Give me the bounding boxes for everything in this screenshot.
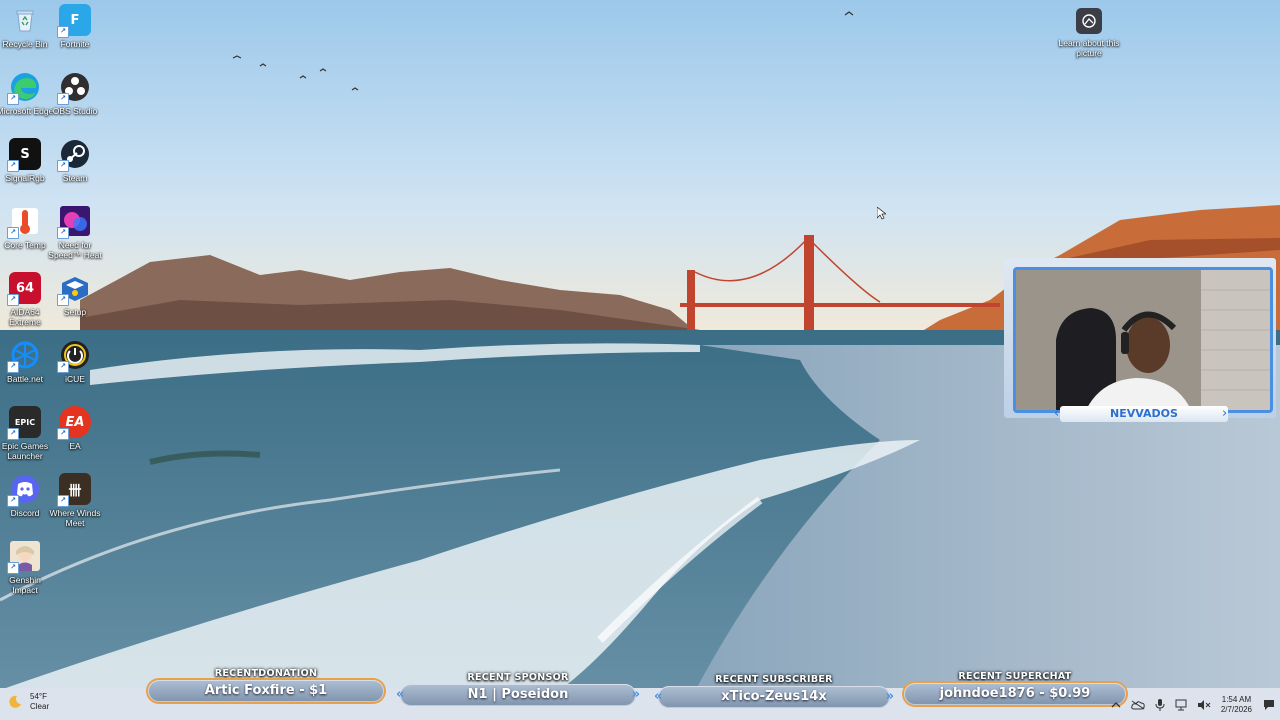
- chevron-right-icon: »: [631, 687, 640, 702]
- desktop-shortcut[interactable]: ↗ Need for Speed™ Heat: [46, 205, 104, 260]
- shortcut-arrow-icon: ↗: [57, 93, 69, 105]
- shortcut-arrow-icon: ↗: [57, 227, 69, 239]
- alert-value: N1 | Poseidon: [467, 687, 569, 702]
- mouse-cursor-icon: [877, 207, 886, 220]
- alert-value: Artic Foxfire - $1: [204, 683, 328, 698]
- weather-temp: 54°F: [30, 692, 47, 701]
- nfs-heat-icon: ↗: [57, 205, 91, 239]
- shortcut-arrow-icon: ↗: [57, 26, 69, 38]
- desktop-shortcut-label: Need for Speed™ Heat: [48, 240, 102, 260]
- shortcut-arrow-icon: ↗: [57, 361, 69, 373]
- desktop-shortcut-label: EA: [69, 441, 81, 451]
- shortcut-arrow-icon: ↗: [7, 294, 19, 306]
- alert-title: RECENT SPONSOR: [467, 672, 569, 683]
- desktop-shortcut[interactable]: ↗ Steam: [46, 138, 104, 183]
- chevron-left-icon: ‹: [1054, 406, 1060, 421]
- ea-icon: EA ↗: [57, 406, 91, 440]
- alert-title: RECENTDONATION: [214, 668, 318, 679]
- desktop-shortcut-label: Steam: [62, 173, 88, 183]
- shortcut-arrow-icon: ↗: [7, 93, 19, 105]
- aida64-icon: 64 ↗: [7, 272, 41, 306]
- desktop-shortcut[interactable]: F ↗ Fortnite: [46, 4, 104, 49]
- chevron-right-icon: »: [885, 689, 894, 704]
- desktop-shortcut[interactable]: 卌 ↗ Where Winds Meet: [46, 473, 104, 528]
- edge-icon: ↗: [7, 71, 41, 105]
- learn-about-picture-label: Learn about this picture: [1058, 38, 1120, 58]
- shortcut-arrow-icon: ↗: [7, 495, 19, 507]
- alert-value: xTico-Zeus14x: [721, 689, 827, 704]
- recent-subscriber-alert: RECENT SUBSCRIBER « xTico-Zeus14x »: [654, 674, 894, 720]
- notification-icon[interactable]: [1261, 697, 1277, 713]
- shortcut-arrow-icon: ↗: [7, 227, 19, 239]
- recent-donation-alert: RECENTDONATION Artic Foxfire - $1: [148, 668, 384, 714]
- weather-condition: Clear: [30, 702, 50, 711]
- shortcut-arrow-icon: ↗: [57, 160, 69, 172]
- shortcut-arrow-icon: ↗: [57, 428, 69, 440]
- chevron-up-icon[interactable]: [1108, 697, 1124, 713]
- fortnite-icon: F ↗: [57, 4, 91, 38]
- clock-date: 2/7/2026: [1220, 705, 1252, 714]
- discord-icon: ↗: [7, 473, 41, 507]
- core-temp-icon: ↗: [7, 205, 41, 239]
- battlenet-icon: ↗: [7, 339, 41, 373]
- webcam-overlay: ‹ NEVVADOS ›: [1004, 258, 1276, 422]
- alert-title: RECENT SUBSCRIBER: [715, 674, 833, 685]
- onedrive-icon[interactable]: [1130, 697, 1146, 713]
- webcam-feed: [1013, 267, 1273, 413]
- shortcut-arrow-icon: ↗: [57, 495, 69, 507]
- epic-games-icon: EPIC ↗: [7, 406, 41, 440]
- alert-title: RECENT SUPERCHAT: [958, 671, 1072, 682]
- network-icon[interactable]: [1174, 697, 1190, 713]
- where-winds-meet-icon: 卌 ↗: [57, 473, 91, 507]
- desktop-shortcut[interactable]: EA ↗ EA: [46, 406, 104, 451]
- setup-icon: ↗: [57, 272, 91, 306]
- moon-icon: [9, 695, 21, 708]
- desktop-shortcut[interactable]: ↗ iCUE: [46, 339, 104, 384]
- steam-icon: ↗: [57, 138, 91, 172]
- clock[interactable]: 1:54 AM 2/7/2026: [1221, 695, 1252, 715]
- recycle-bin-icon: [9, 4, 41, 36]
- recent-sponsor-alert: RECENT SPONSOR « N1 | Poseidon »: [396, 672, 640, 718]
- shortcut-arrow-icon: ↗: [7, 160, 19, 172]
- desktop-shortcut-label: Setup: [63, 307, 87, 317]
- shortcut-arrow-icon: ↗: [57, 294, 69, 306]
- camera-icon: [1076, 8, 1102, 34]
- alert-value: johndoe1876 - $0.99: [939, 686, 1091, 701]
- desktop-shortcut-label: Genshin Impact: [9, 575, 41, 595]
- icue-icon: ↗: [57, 339, 91, 373]
- volume-muted-icon[interactable]: [1196, 697, 1212, 713]
- microphone-icon[interactable]: [1152, 697, 1168, 713]
- desktop-shortcut-label: iCUE: [65, 374, 85, 384]
- obs-icon: ↗: [57, 71, 91, 105]
- streamer-name: NEVVADOS: [1060, 406, 1228, 422]
- learn-about-picture-shortcut[interactable]: Learn about this picture: [1058, 8, 1120, 58]
- desktop-shortcut-label: Fortnite: [60, 39, 90, 49]
- recent-superchat-alert: RECENT SUPERCHAT johndoe1876 - $0.99: [904, 671, 1126, 717]
- desktop-shortcut-label: Where Winds Meet: [49, 508, 101, 528]
- clock-time: 1:54 AM: [1221, 695, 1252, 704]
- genshin-icon: ↗: [7, 540, 41, 574]
- desktop-shortcut[interactable]: ↗ OBS Studio: [46, 71, 104, 116]
- shortcut-arrow-icon: ↗: [7, 562, 19, 574]
- desktop-shortcut-label: OBS Studio: [52, 106, 98, 116]
- signalrgb-icon: S ↗: [7, 138, 41, 172]
- desktop-shortcut[interactable]: ↗ Genshin Impact: [0, 540, 54, 595]
- desktop-shortcut[interactable]: ↗ Setup: [46, 272, 104, 317]
- chevron-right-icon: ›: [1222, 406, 1228, 421]
- weather-widget[interactable]: 54°F Clear: [8, 692, 49, 712]
- system-tray: 1:54 AM 2/7/2026: [1105, 690, 1280, 720]
- shortcut-arrow-icon: ↗: [7, 428, 19, 440]
- shortcut-arrow-icon: ↗: [7, 361, 19, 373]
